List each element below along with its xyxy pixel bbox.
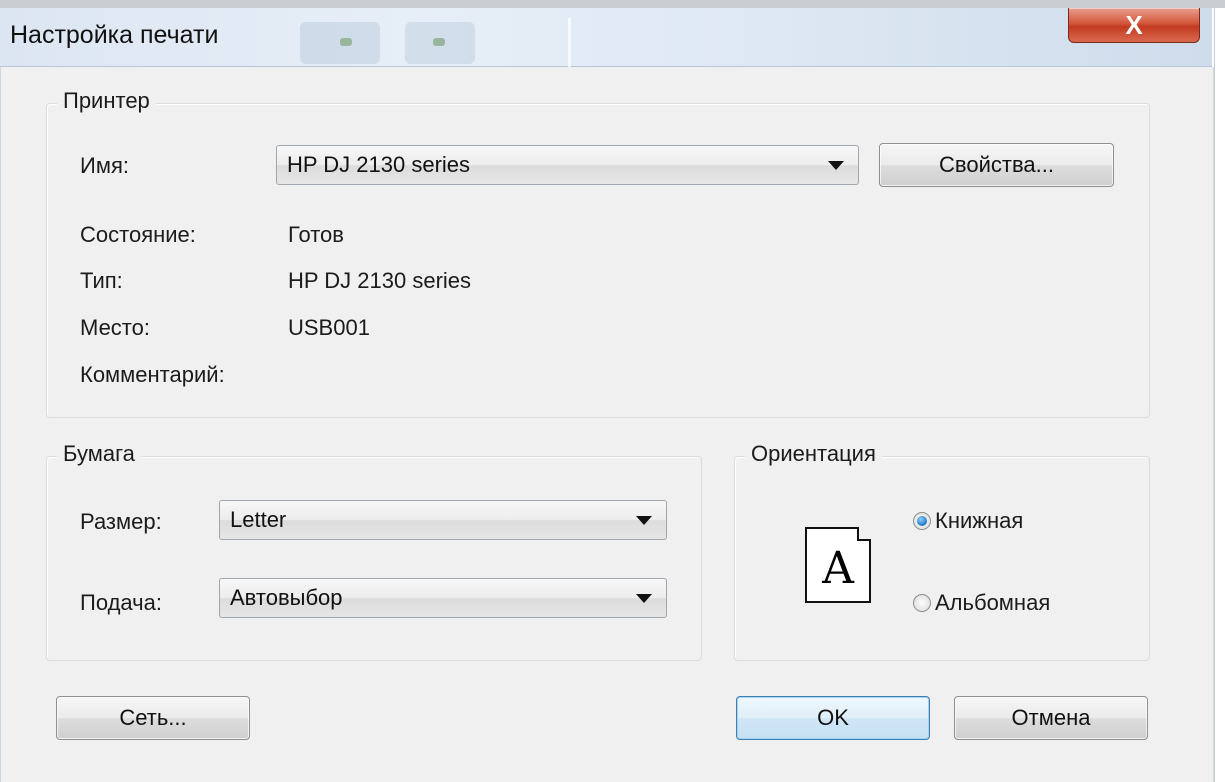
paper-size-select[interactable]: Letter [219,500,667,540]
portrait-radio[interactable]: Книжная [913,508,1023,534]
printer-comment-label: Комментарий: [80,362,225,387]
properties-button[interactable]: Свойства... [879,143,1114,187]
orientation-preview-icon: A [805,527,871,603]
close-button[interactable]: X [1068,8,1200,43]
window-right-border [1214,8,1215,782]
paper-source-select[interactable]: Автовыбор [219,578,667,618]
paper-size-label: Размер: [80,509,162,534]
printer-status-value: Готов [288,222,344,247]
title-bar[interactable]: Настройка печати [0,8,1212,68]
radio-selected-icon[interactable] [913,512,931,530]
orientation-group-legend: Ориентация [745,441,882,467]
portrait-label: Книжная [935,508,1024,533]
printer-name-select[interactable]: HP DJ 2130 series [276,145,859,185]
printer-status-label: Состояние: [80,222,196,247]
top-strip [0,0,1225,8]
chevron-down-icon [636,594,652,603]
print-setup-dialog: Настройка печати X Принтер Имя: HP DJ 21… [0,0,1225,782]
paper-size-value: Letter [230,507,287,532]
orientation-group: Ориентация [734,441,1150,661]
printer-type-label: Тип: [80,268,123,293]
printer-type-value: HP DJ 2130 series [288,268,472,293]
printer-location-label: Место: [80,315,150,340]
printer-location-value: USB001 [288,315,370,340]
close-icon: X [1125,9,1143,40]
paper-source-value: Автовыбор [230,585,343,610]
landscape-label: Альбомная [935,590,1051,615]
background-glass-bar [568,18,571,68]
background-glass-dot [433,38,445,46]
chevron-down-icon [636,516,652,525]
network-button[interactable]: Сеть... [56,696,250,740]
radio-unselected-icon[interactable] [913,594,931,612]
paper-source-label: Подача: [80,590,162,615]
background-glass-dot [340,38,352,46]
printer-name-label: Имя: [80,153,129,178]
printer-name-value: HP DJ 2130 series [287,152,471,177]
landscape-radio[interactable]: Альбомная [913,590,1050,616]
paper-group-legend: Бумага [57,441,141,467]
window-title: Настройка печати [10,21,219,49]
page-letter-glyph: A [822,543,854,594]
printer-group-legend: Принтер [57,88,156,114]
cancel-button[interactable]: Отмена [954,696,1148,740]
page-fold-icon [857,527,871,541]
chevron-down-icon [828,161,844,170]
ok-button[interactable]: OK [736,696,930,740]
paper-group: Бумага [46,441,702,661]
